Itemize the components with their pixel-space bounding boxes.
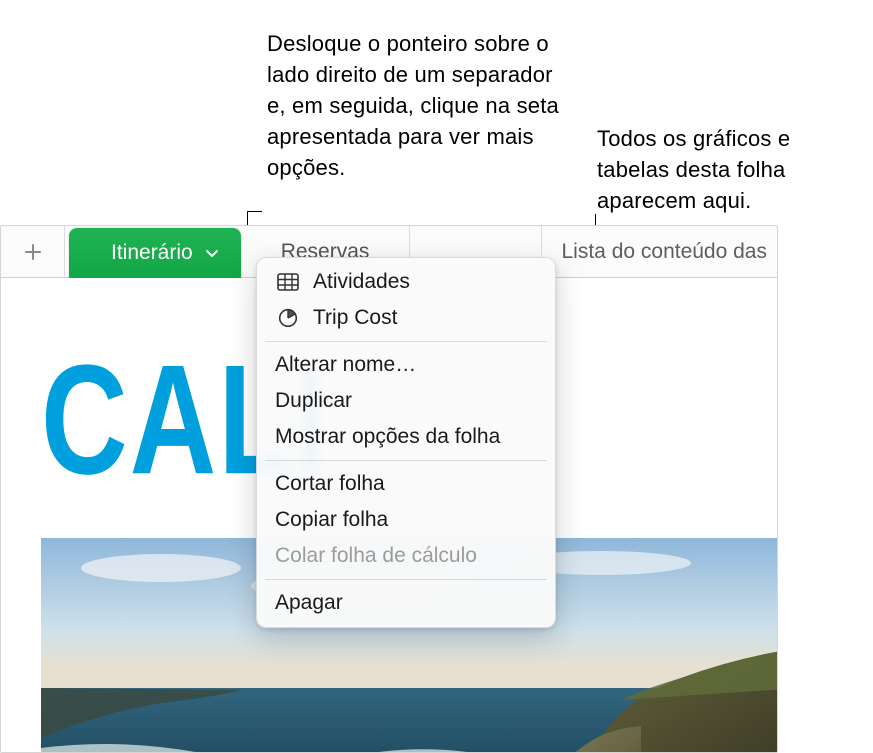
callout-sheet-contents: Todos os gráficos e tabelas desta folha …: [597, 123, 847, 216]
plus-icon: [24, 243, 42, 261]
callout-tab-arrow: Desloque o ponteiro sobre o lado direito…: [267, 28, 567, 183]
menu-item[interactable]: Mostrar opções da folha: [257, 419, 555, 455]
menu-item-label: Cortar folha: [275, 472, 385, 496]
add-sheet-button[interactable]: [1, 226, 65, 277]
menu-item[interactable]: Atividades: [257, 264, 555, 300]
menu-item[interactable]: Duplicar: [257, 383, 555, 419]
menu-item-label: Apagar: [275, 591, 343, 615]
menu-item[interactable]: Trip Cost: [257, 300, 555, 336]
table-icon: [275, 271, 301, 293]
sheet-contents-list-button[interactable]: Lista do conteúdo das: [541, 226, 778, 277]
menu-item[interactable]: Copiar folha: [257, 502, 555, 538]
menu-separator: [265, 460, 547, 461]
sheet-tab-context-menu: Atividades Trip Cost Alterar nome… Duplicar…: [256, 257, 556, 628]
menu-separator: [265, 341, 547, 342]
menu-item-label: Mostrar opções da folha: [275, 425, 500, 449]
menu-item: Colar folha de cálculo: [257, 538, 555, 574]
menu-item-label: Copiar folha: [275, 508, 388, 532]
menu-item-label: Atividades: [313, 270, 410, 294]
sheet-tab-active[interactable]: Itinerário: [69, 228, 241, 278]
menu-item-label: Trip Cost: [313, 306, 397, 330]
chevron-down-icon[interactable]: [205, 246, 219, 260]
menu-item[interactable]: Apagar: [257, 585, 555, 621]
sheet-contents-list-label: Lista do conteúdo das: [562, 240, 768, 264]
menu-item[interactable]: Alterar nome…: [257, 347, 555, 383]
menu-item[interactable]: Cortar folha: [257, 466, 555, 502]
pie-icon: [275, 307, 301, 329]
menu-item-label: Duplicar: [275, 389, 352, 413]
menu-separator: [265, 579, 547, 580]
menu-item-label: Colar folha de cálculo: [275, 544, 477, 568]
menu-item-label: Alterar nome…: [275, 353, 416, 377]
sheet-tab-label: Itinerário: [111, 241, 193, 265]
leader-line: [247, 211, 262, 212]
